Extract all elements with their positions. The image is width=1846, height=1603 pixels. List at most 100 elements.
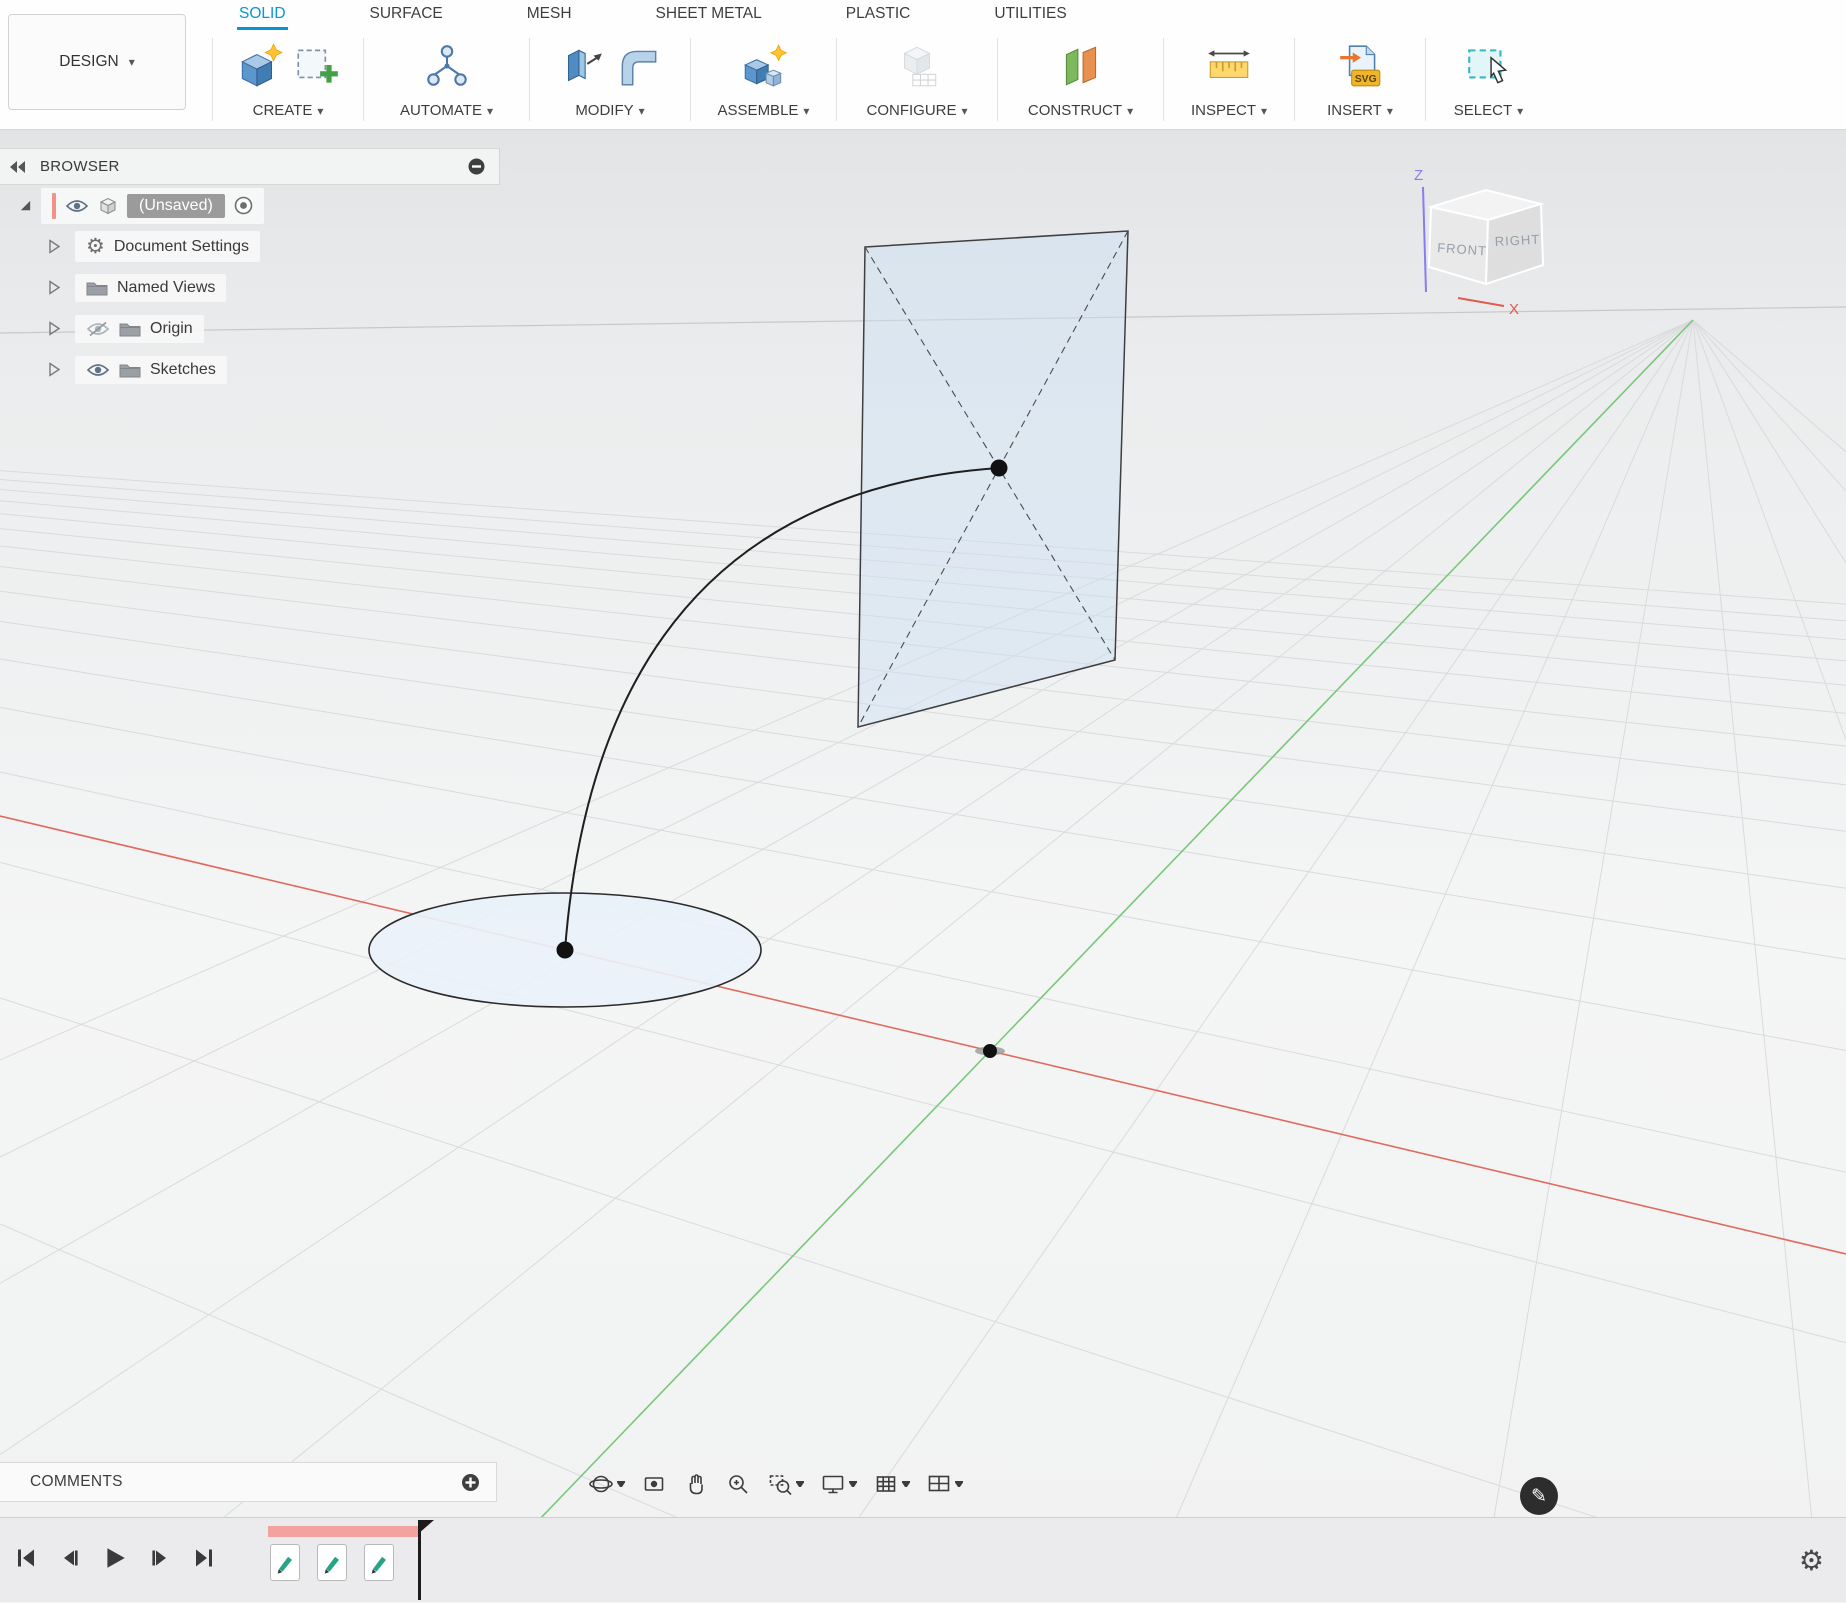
chevron-down-icon — [796, 1481, 804, 1487]
assemble-label: ASSEMBLE — [718, 102, 799, 119]
grid-and-snaps-button[interactable] — [871, 1469, 912, 1499]
navigation-bar — [586, 1466, 965, 1502]
chevron-down-icon: ▾ — [961, 105, 967, 117]
tab-sheet-metal[interactable]: SHEET METAL — [654, 0, 764, 30]
create-sketch-icon[interactable] — [292, 41, 342, 91]
new-component-icon[interactable] — [739, 41, 789, 91]
automate-node-icon[interactable] — [422, 41, 472, 91]
look-at-button[interactable] — [639, 1469, 669, 1499]
comments-bar[interactable]: COMMENTS — [0, 1462, 497, 1502]
expand-closed-icon[interactable] — [48, 321, 61, 336]
toolbar-group-insert[interactable]: SVG INSERT ▾ — [1295, 30, 1425, 129]
chevron-down-icon: ▾ — [317, 105, 323, 117]
remove-panel-icon[interactable] — [468, 158, 485, 175]
timeline-feature-sketch-3[interactable] — [364, 1544, 394, 1581]
gear-icon: ⚙ — [86, 236, 105, 257]
expand-closed-icon[interactable] — [48, 239, 61, 254]
viewports-button[interactable] — [924, 1469, 965, 1499]
timeline-feature-sketch-1[interactable] — [270, 1544, 300, 1581]
browser-item-origin[interactable]: Origin — [48, 308, 500, 349]
sketch-feature-icon — [273, 1549, 297, 1577]
expand-open-icon[interactable] — [18, 198, 33, 213]
timeline-feature-sketch-2[interactable] — [317, 1544, 347, 1581]
skip-to-end-button[interactable] — [192, 1546, 216, 1575]
chevron-down-icon: ▾ — [1387, 105, 1393, 117]
chevron-down-icon — [902, 1481, 910, 1487]
press-pull-icon[interactable] — [556, 41, 606, 91]
skip-to-start-button[interactable] — [14, 1546, 38, 1575]
expand-closed-icon[interactable] — [48, 362, 61, 377]
toolbar-group-select[interactable]: SELECT▾ — [1426, 30, 1551, 129]
toolbar-group-configure[interactable]: CONFIGURE▾ — [837, 30, 997, 129]
fit-button[interactable] — [765, 1469, 806, 1499]
x-axis-line — [0, 816, 1846, 1254]
timeline-bar: ⚙ — [0, 1517, 1846, 1602]
viewcube-z-axis — [1423, 187, 1426, 292]
play-button[interactable] — [102, 1545, 128, 1576]
markup-fab-button[interactable]: ✎ — [1520, 1477, 1558, 1515]
visibility-eye-icon[interactable] — [65, 198, 89, 214]
pan-icon — [683, 1471, 709, 1497]
sketch-feature-icon — [367, 1549, 391, 1577]
construction-plane-icon[interactable] — [1056, 41, 1106, 91]
insert-label: INSERT — [1327, 102, 1382, 119]
pencil-icon: ✎ — [1531, 1485, 1547, 1508]
toolbar-group-create[interactable]: CREATE▾ — [213, 30, 363, 129]
pan-button[interactable] — [681, 1469, 711, 1499]
add-comment-icon[interactable] — [461, 1473, 480, 1492]
item-label: Sketches — [150, 361, 216, 379]
toolbar-group-assemble[interactable]: ASSEMBLE▾ — [691, 30, 836, 129]
tab-plastic[interactable]: PLASTIC — [844, 0, 913, 30]
document-name[interactable]: (Unsaved) — [127, 194, 225, 218]
toolbar-group-inspect[interactable]: INSPECT▾ — [1164, 30, 1294, 129]
toolbar-group-construct[interactable]: CONSTRUCT▾ — [998, 30, 1163, 129]
browser-header: BROWSER — [0, 148, 500, 185]
orbit-button[interactable] — [586, 1469, 627, 1499]
fillet-icon[interactable] — [614, 41, 664, 91]
toolbar-group-modify[interactable]: MODIFY▾ — [530, 30, 690, 129]
chevron-down-icon: ▾ — [639, 105, 645, 117]
configuration-table-icon[interactable] — [892, 41, 942, 91]
expand-closed-icon[interactable] — [48, 280, 61, 295]
plane-center-point[interactable] — [991, 460, 1008, 477]
create-solid-icon[interactable] — [234, 41, 284, 91]
workspace-tabs: SOLID SURFACE MESH SHEET METAL PLASTIC U… — [237, 0, 1069, 30]
browser-item-sketches[interactable]: Sketches — [48, 349, 500, 390]
design-workspace-button[interactable]: DESIGN ▾ — [8, 14, 186, 110]
tab-surface[interactable]: SURFACE — [368, 0, 445, 30]
insert-svg-icon[interactable]: SVG — [1335, 41, 1385, 91]
browser-panel: BROWSER (Unsaved) — [0, 148, 500, 390]
origin-point[interactable] — [983, 1044, 997, 1058]
select-cursor-icon[interactable] — [1464, 41, 1514, 91]
zoom-icon — [725, 1471, 751, 1497]
toolbar-group-automate[interactable]: AUTOMATE▾ — [364, 30, 529, 129]
top-toolbar: SOLID SURFACE MESH SHEET METAL PLASTIC U… — [0, 0, 1846, 130]
tab-solid[interactable]: SOLID — [237, 0, 288, 30]
timeline-group-band[interactable] — [268, 1526, 418, 1537]
circle-center-point[interactable] — [557, 942, 574, 959]
display-settings-button[interactable] — [818, 1469, 859, 1499]
chevron-down-icon — [849, 1481, 857, 1487]
chevron-down-icon — [617, 1481, 625, 1487]
visibility-hidden-eye-icon[interactable] — [86, 321, 110, 337]
step-forward-button[interactable] — [148, 1546, 172, 1575]
step-back-button[interactable] — [58, 1546, 82, 1575]
tab-utilities[interactable]: UTILITIES — [992, 0, 1068, 30]
item-label: Document Settings — [114, 238, 249, 256]
timeline-features — [270, 1544, 394, 1581]
svg-badge-label: SVG — [1355, 74, 1377, 85]
visibility-eye-icon[interactable] — [86, 362, 110, 378]
zoom-button[interactable] — [723, 1469, 753, 1499]
browser-item-named-views[interactable]: Named Views — [48, 267, 500, 308]
browser-item-document-settings[interactable]: ⚙ Document Settings — [48, 226, 500, 267]
tab-mesh[interactable]: MESH — [525, 0, 574, 30]
timeline-settings-button[interactable]: ⚙ — [1799, 1518, 1824, 1603]
viewcube-z-label: Z — [1414, 167, 1423, 184]
collapse-panel-icon[interactable] — [10, 161, 26, 173]
measure-icon[interactable] — [1204, 41, 1254, 91]
activate-component-radio-icon[interactable] — [234, 196, 253, 215]
browser-item-root[interactable]: (Unsaved) — [18, 185, 500, 226]
timeline-position-marker[interactable] — [418, 1520, 421, 1600]
chevron-down-icon: ▾ — [1261, 105, 1267, 117]
viewcube[interactable]: Z X FRONT RIGHT — [1396, 162, 1561, 327]
